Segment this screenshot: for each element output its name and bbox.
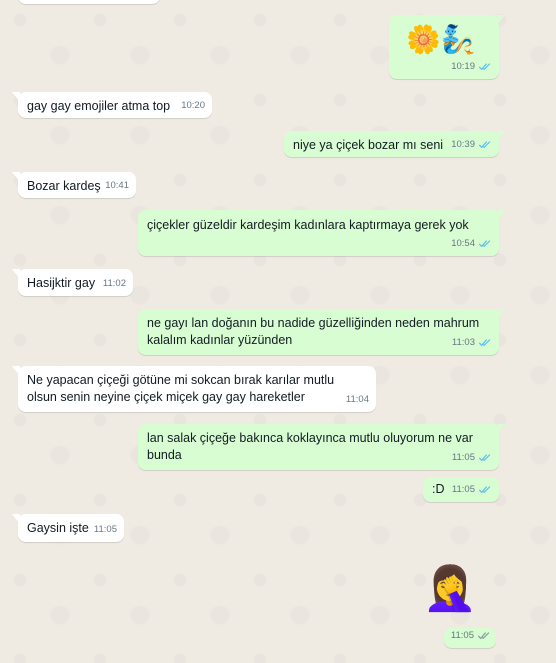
double-check-icon [478,63,491,71]
message-time: 11:05 [93,524,117,535]
message-meta: 10:54 [451,235,492,252]
message-text: Gaysin işte [27,521,89,535]
message-text: niye ya çiçek bozar mı seni [293,138,444,152]
message-bubble-partial [18,0,160,4]
message-meta: 11:02 [103,275,126,292]
message-meta-pill: 11:05 [444,628,496,648]
message-text: :D [432,482,445,496]
message-meta: 11:05 [452,449,492,466]
bubble-tail [497,210,505,220]
double-check-icon [478,141,491,149]
message-meta: 11:05 [452,481,492,498]
message-meta: 10:20 [181,97,205,114]
message-time: 10:20 [181,100,205,111]
facepalm-emoji: 🤦‍♀️ [422,564,478,613]
message-meta: 11:05 [94,521,117,538]
double-check-icon [478,339,491,347]
message-bubble-incoming[interactable]: gay gay emojiler atma top 10:20 [12,92,212,118]
double-check-icon [477,632,490,640]
message-time: 10:39 [451,139,475,150]
message-text-line: ne gayı lan doğanın bu nadide güzelliğin… [147,316,480,330]
message-text-line: Ne yapacan çiçeği götüne mi sokcan bırak… [27,373,335,387]
message-bubble-outgoing[interactable]: lan salak çiçeğe bakınca koklayınca mutl… [138,424,505,470]
bubble-tail [497,424,505,434]
message-bubble-outgoing[interactable]: niye ya çiçek bozar mı seni 10:39 [284,131,505,157]
message-text-line: olsun senin neyine çiçek miçek gay gay h… [27,390,305,404]
message-text-line: bunda [147,448,182,462]
message-text: Bozar kardeş [27,179,101,193]
message-bubble-outgoing[interactable]: 🌼🧞 10:19 [389,15,505,79]
message-bubble-incoming[interactable]: Gaysin işte 11:05 [12,514,124,542]
message-bubble-outgoing[interactable]: :D 11:05 [423,477,499,502]
message-time: 11:05 [450,630,474,641]
bubble-tail [12,514,20,524]
message-meta: 10:39 [451,136,492,153]
bubble-tail [12,92,20,102]
message-time: 11:02 [102,278,126,289]
message-bubble-outgoing[interactable]: çiçekler güzeldir kardeşim kadınlara kap… [138,210,505,256]
message-bubble-incoming[interactable]: Ne yapacan çiçeği götüne mi sokcan bırak… [12,366,376,412]
message-bubble-incoming[interactable]: Hasijktir gay 11:02 [12,269,133,296]
message-text-line: lan salak çiçeğe bakınca koklayınca mutl… [147,431,473,445]
message-bubble-incoming[interactable]: Bozar kardeş 10:41 [12,172,136,198]
double-check-icon [478,240,491,248]
message-time: 10:41 [105,180,129,191]
message-meta: 10:41 [105,177,129,194]
message-meta: 11:04 [346,391,369,408]
message-time: 10:19 [451,61,475,72]
bubble-tail [497,309,505,319]
bubble-tail [12,366,20,376]
message-text: Hasijktir gay [27,276,96,290]
message-time: 11:05 [451,484,475,495]
message-text: gay gay emojiler atma top [27,99,171,113]
bubble-tail [12,269,20,279]
message-time: 11:04 [345,394,369,405]
message-bubble-outgoing[interactable]: ne gayı lan doğanın bu nadide güzelliğin… [138,309,505,355]
message-emoji: 🌼🧞 [406,24,476,55]
bubble-tail [12,172,20,182]
message-time: 10:54 [451,238,475,249]
double-check-icon [478,486,491,494]
message-text-line: kalalım kadınlar yüzünden [147,333,293,347]
message-time: 11:05 [451,452,475,463]
bubble-tail [497,131,505,141]
bubble-tail [497,15,505,25]
message-sticker-outgoing[interactable]: 🤦‍♀️ [420,562,480,620]
message-time: 11:03 [451,337,475,348]
message-meta: 11:03 [452,334,492,351]
message-meta: 11:05 [451,627,491,644]
message-meta: 10:19 [451,58,492,75]
double-check-icon [478,454,491,462]
message-text: çiçekler güzeldir kardeşim kadınlara kap… [147,218,469,232]
